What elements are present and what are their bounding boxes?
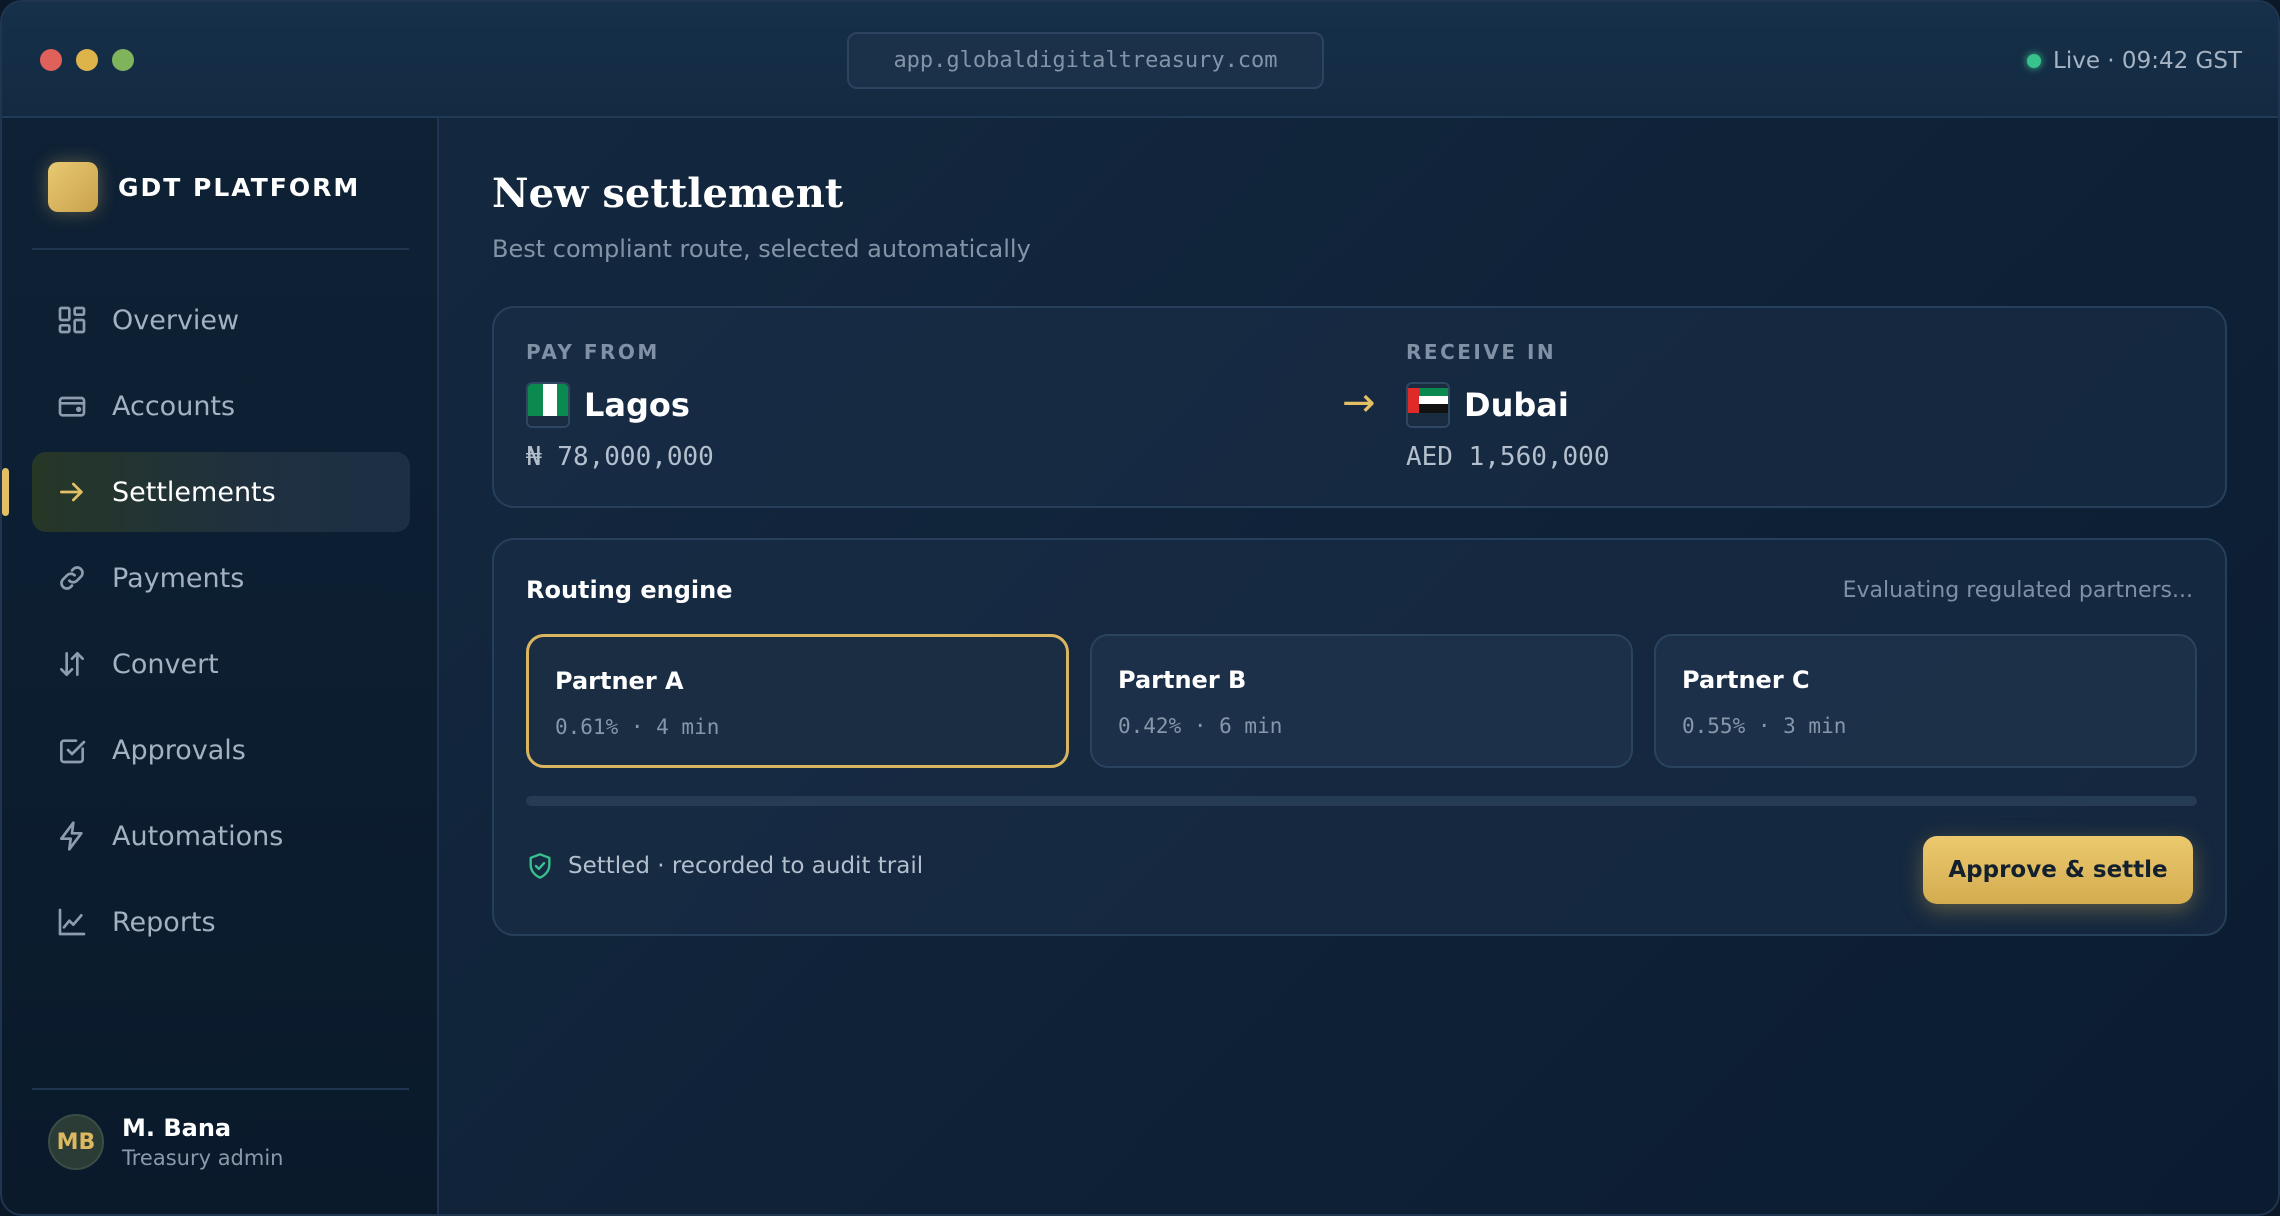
shield-check-icon [529,853,551,879]
link-icon [60,566,84,590]
transfer-card: PAY FROM Lagos ₦ 78,000,000 → RECEIVE IN… [492,306,2227,508]
sidebar-item-label: Convert [112,648,219,680]
nigeria-flag-icon [526,382,570,428]
audit-status: Settled · recorded to audit trail [526,852,923,880]
page-subtitle: Best compliant route, selected automatic… [492,235,1031,263]
lightning-icon [60,821,83,851]
partner-meta: 0.55% · 3 min [1682,714,1847,738]
pay-from-city-row: Lagos [526,382,714,428]
routing-progress-bar [526,796,2197,806]
pay-from-city: Lagos [584,386,690,424]
sidebar-item-label: Settlements [112,476,276,508]
receive-in-label: RECEIVE IN [1406,340,1557,364]
grid-icon [58,306,86,334]
user-name: M. Bana [122,1114,232,1142]
app-window: app.globaldigitaltreasury.com Live · 09:… [0,0,2280,1216]
partner-name: Partner C [1682,666,1810,694]
live-status-text: Live · 09:42 GST [2053,48,2242,74]
approve-settle-button[interactable]: Approve & settle [1923,836,2193,904]
sidebar-item-reports[interactable]: Reports [32,882,410,962]
receive-in-amount: AED 1,560,000 [1406,442,1610,472]
partner-meta: 0.61% · 4 min [555,715,720,739]
receive-in-city: Dubai [1464,386,1569,424]
user-role: Treasury admin [122,1146,284,1170]
url-text: app.globaldigitaltreasury.com [893,48,1278,73]
close-window-button[interactable] [40,49,62,71]
swap-arrows-icon [60,652,84,676]
user-profile[interactable]: MB M. Bana Treasury admin [48,1114,284,1170]
routing-title: Routing engine [526,576,733,604]
live-status: Live · 09:42 GST [2027,46,2242,76]
line-chart-icon [58,908,86,936]
transfer-arrow-icon: → [1342,380,1376,426]
page-title: New settlement [492,170,844,217]
sidebar-item-approvals[interactable]: Approvals [32,710,410,790]
sidebar-item-label: Accounts [112,390,236,422]
sidebar-item-label: Payments [112,562,245,594]
audit-text: Settled · recorded to audit trail [568,853,924,879]
maximize-window-button[interactable] [112,49,134,71]
sidebar-item-settlements[interactable]: Settlements [2,452,410,532]
partner-name: Partner A [555,667,684,695]
sidebar: GDT PLATFORM Overview Accounts Settlemen… [2,118,439,1214]
title-bar: app.globaldigitaltreasury.com Live · 09:… [2,2,2278,118]
wallet-icon [58,396,86,417]
partner-card-c[interactable]: Partner C 0.55% · 3 min [1654,634,2197,768]
checkbox-icon [60,739,86,764]
sidebar-item-automations[interactable]: Automations [32,796,410,876]
window-controls [40,49,134,71]
sidebar-item-label: Approvals [112,734,246,766]
pay-from-amount: ₦ 78,000,000 [526,442,714,472]
routing-engine-card: Routing engine Evaluating regulated part… [492,538,2227,936]
live-dot-icon [2027,54,2042,68]
brand[interactable]: GDT PLATFORM [48,162,360,212]
url-bar[interactable]: app.globaldigitaltreasury.com [847,32,1324,89]
uae-flag-icon [1406,382,1450,428]
sidebar-divider [32,248,409,250]
arrow-right-icon [60,482,83,502]
brand-name: GDT PLATFORM [118,172,361,202]
minimize-window-button[interactable] [76,49,98,71]
partner-card-b[interactable]: Partner B 0.42% · 6 min [1090,634,1633,768]
partner-name: Partner B [1118,666,1247,694]
pay-from-label: PAY FROM [526,340,660,364]
sidebar-nav: Overview Accounts Settlements Payments C… [2,280,410,968]
main-content: New settlement Best compliant route, sel… [439,118,2278,1214]
partner-card-a[interactable]: Partner A 0.61% · 4 min [526,634,1069,768]
pay-from-section[interactable]: PAY FROM Lagos ₦ 78,000,000 [526,340,714,472]
routing-status: Evaluating regulated partners... [1842,578,2193,603]
active-indicator [2,468,9,516]
sidebar-item-accounts[interactable]: Accounts [32,366,410,446]
sidebar-item-payments[interactable]: Payments [32,538,410,618]
sidebar-item-overview[interactable]: Overview [32,280,410,360]
brand-logo-icon [48,162,98,212]
sidebar-item-convert[interactable]: Convert [32,624,410,704]
sidebar-item-label: Reports [112,906,216,938]
sidebar-item-label: Automations [112,820,284,852]
avatar: MB [48,1114,104,1170]
receive-in-city-row: Dubai [1406,382,1610,428]
sidebar-divider [32,1088,409,1090]
partner-meta: 0.42% · 6 min [1118,714,1283,738]
receive-in-section[interactable]: RECEIVE IN Dubai AED 1,560,000 [1406,340,1610,472]
user-info: M. Bana Treasury admin [122,1114,284,1170]
sidebar-item-label: Overview [112,304,240,336]
